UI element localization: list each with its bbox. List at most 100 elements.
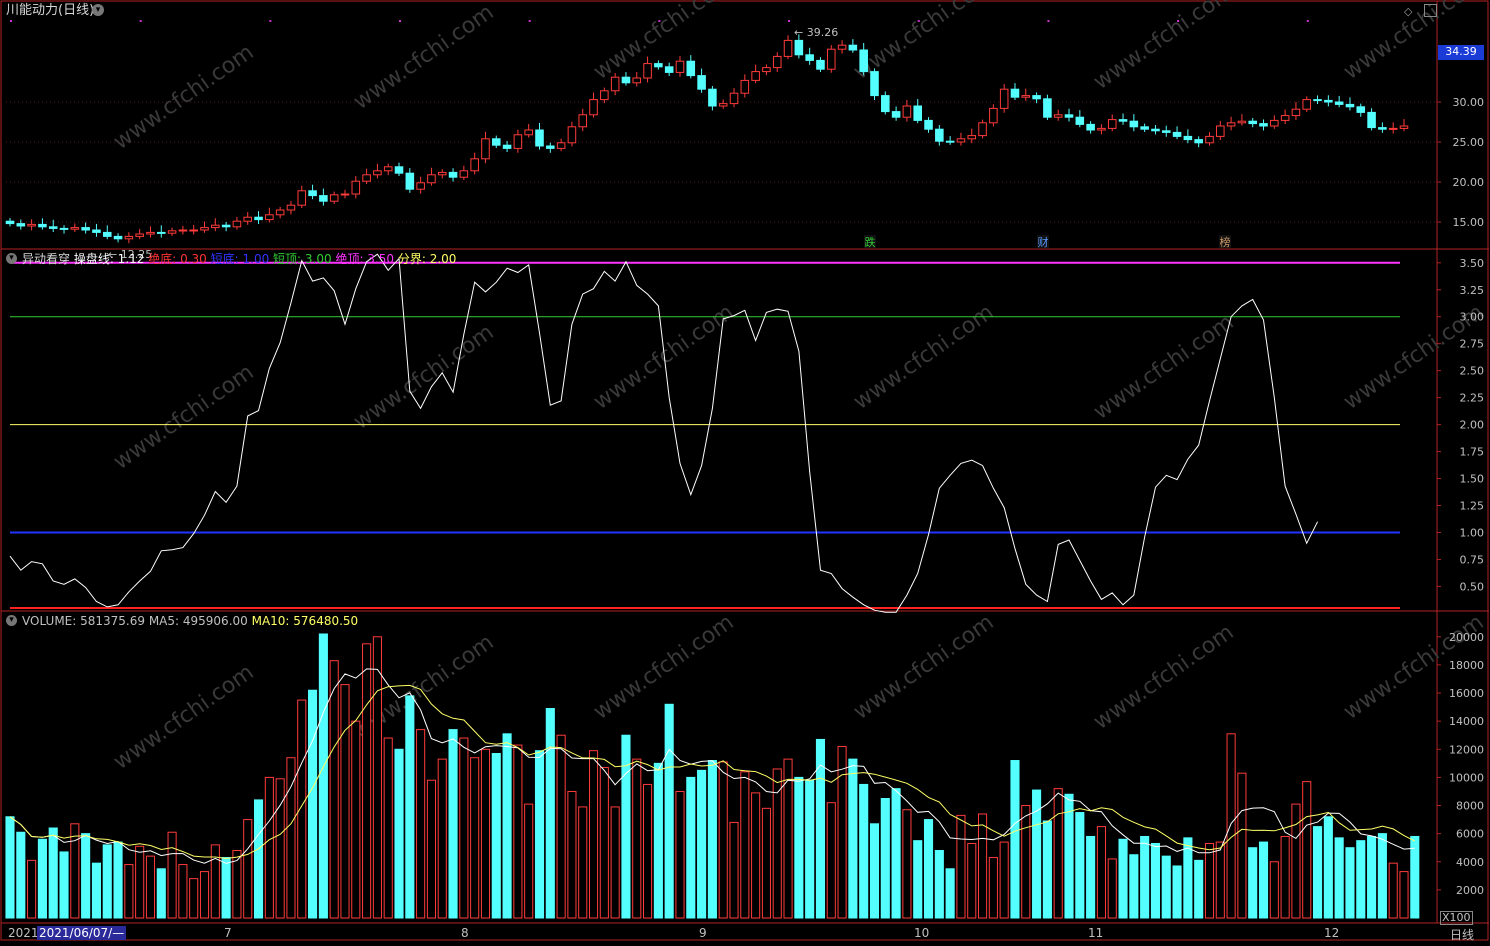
volume-dropdown-icon[interactable]: ▾ — [6, 615, 17, 626]
candle-body — [913, 105, 923, 121]
volume-bar — [718, 761, 728, 919]
candle-body — [1140, 126, 1149, 130]
price-tick-label: 20.00 — [1453, 176, 1485, 189]
indicator-tick-label: 0.50 — [1460, 580, 1485, 593]
event-marker: 财 — [1038, 235, 1049, 249]
candle-body — [1324, 99, 1333, 103]
candle-body — [859, 49, 868, 73]
volume-bar — [567, 790, 577, 919]
indicator-tick-label: 1.25 — [1460, 500, 1485, 513]
volume-bar — [967, 842, 977, 919]
volume-bar — [1064, 793, 1074, 919]
candle-body — [1334, 101, 1344, 105]
candle-body — [1291, 108, 1301, 117]
candle-body — [254, 216, 263, 221]
volume-legend-item: MA10: 576480.50 — [251, 614, 359, 628]
candle-body — [448, 171, 458, 178]
indicator-tick-label: 1.75 — [1460, 446, 1485, 459]
watermark-text: www.cfchi.com — [109, 360, 258, 475]
volume-bar — [643, 783, 653, 919]
candle-body — [1032, 95, 1041, 100]
volume-bar — [934, 850, 944, 919]
volume-bar — [308, 689, 318, 919]
dropdown-icon[interactable]: ▾ — [92, 4, 104, 16]
candle-body — [178, 229, 188, 232]
watermark-text: www.cfchi.com — [349, 0, 498, 115]
indicator-param: 短底: 1.00 — [210, 252, 274, 266]
candle-body — [524, 129, 533, 136]
x-label-month-12: 12 — [1324, 926, 1340, 940]
operation-line — [9, 253, 1319, 613]
candle-body — [708, 88, 717, 107]
candle-body — [1183, 135, 1193, 141]
candle-body — [5, 220, 15, 225]
watermark-text: www.cfchi.com — [109, 40, 258, 155]
signal-dot — [1306, 20, 1309, 22]
volume-bar — [243, 819, 253, 919]
volume-bar — [686, 776, 696, 919]
candle-body — [1237, 120, 1247, 124]
volume-bar — [437, 758, 447, 919]
volume-bar — [167, 831, 177, 919]
candle-body — [275, 209, 285, 216]
indicator-dropdown-icon[interactable]: ▾ — [6, 253, 17, 264]
chart-stage[interactable]: www.cfchi.com www.cfchi.com www.cfchi.com w… — [0, 0, 1490, 942]
volume-bar — [178, 864, 188, 919]
candle-body — [308, 190, 317, 197]
indicator-param: 操盘线: 1.12 — [73, 252, 149, 266]
volume-bar — [156, 868, 166, 919]
volume-bar — [37, 838, 47, 919]
volume-bar — [459, 737, 469, 919]
volume-bar — [210, 844, 220, 919]
watermark-text: www.cfchi.com — [349, 630, 498, 745]
volume-bar — [351, 720, 361, 919]
candle-body — [265, 214, 274, 221]
volume-bar — [621, 734, 631, 919]
candle-body — [664, 66, 674, 73]
watermark-text: www.cfchi.com — [1089, 0, 1238, 95]
x-label-month-8: 8 — [461, 926, 469, 940]
diamond-icon[interactable]: ◇ — [1404, 5, 1412, 18]
volume-bar — [588, 750, 599, 919]
candle-body — [718, 103, 728, 107]
candle-body — [491, 138, 501, 146]
current-price-tag: 34.39 — [1438, 45, 1484, 60]
candle-body — [729, 92, 739, 105]
candle-body — [999, 88, 1009, 109]
volume-bar — [1399, 871, 1409, 919]
candle-body — [1075, 116, 1085, 125]
candle-body — [102, 231, 112, 237]
volume-bar — [1302, 781, 1312, 919]
candle-body — [1399, 125, 1409, 129]
candle-body — [816, 59, 825, 70]
candle-body — [1043, 98, 1052, 118]
indicator-tick-label: 3.25 — [1460, 284, 1485, 297]
candle-body — [675, 60, 685, 73]
x-label-month-9: 9 — [699, 926, 707, 940]
indicator-tick-label: 2.75 — [1460, 338, 1485, 351]
volume-bar — [102, 844, 112, 919]
candle-body — [600, 90, 609, 101]
candle-body — [297, 190, 307, 206]
volume-bar — [253, 799, 264, 919]
volume-bar — [945, 868, 955, 919]
candle-body — [772, 55, 782, 69]
candle-body — [459, 170, 469, 178]
volume-bar — [91, 862, 102, 919]
candle-body — [1161, 130, 1171, 133]
volume-bar — [837, 745, 847, 919]
candle-body — [502, 144, 512, 149]
restore-window-icon[interactable] — [1424, 4, 1437, 17]
candle-body — [81, 227, 90, 231]
volume-bar — [394, 748, 404, 919]
chart-svg: www.cfchi.com www.cfchi.com www.cfchi.com w… — [0, 0, 1489, 941]
volume-bar — [135, 845, 145, 919]
candle-body — [891, 111, 901, 118]
period-label[interactable]: 日线 — [1450, 926, 1474, 943]
volume-bar — [297, 699, 307, 919]
volume-unit: X100 — [1440, 911, 1473, 925]
candle-body — [805, 54, 814, 61]
candle-body — [740, 79, 750, 94]
volume-legend: VOLUME: 581375.69 MA5: 495906.00 MA10: 5… — [22, 614, 358, 628]
indicator-legend: 异动看穿 操盘线: 1.12 绝底: 0.30 短底: 1.00 短顶: 3.0… — [22, 252, 456, 266]
